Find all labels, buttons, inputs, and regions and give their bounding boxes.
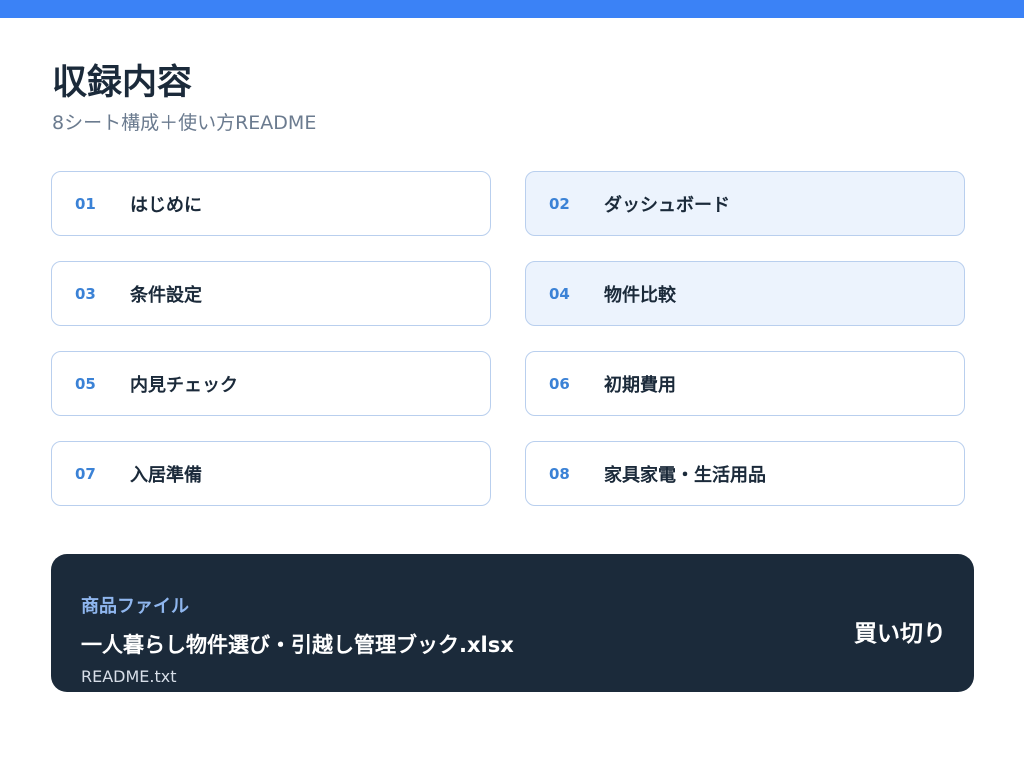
sheet-card-07[interactable]: 07 入居準備 [51, 441, 491, 506]
page-subtitle: 8シート構成＋使い方README [52, 112, 317, 134]
sheet-label: ダッシュボード [604, 194, 730, 216]
sheet-label: 物件比較 [604, 284, 676, 306]
sheet-label: 初期費用 [604, 374, 676, 396]
product-filename: 一人暮らし物件選び・引越し管理ブック.xlsx [81, 633, 514, 657]
sheet-card-06[interactable]: 06 初期費用 [525, 351, 965, 416]
sheet-number: 08 [549, 464, 570, 483]
sheet-card-02[interactable]: 02 ダッシュボード [525, 171, 965, 236]
sheet-list: 01 はじめに 02 ダッシュボード 03 条件設定 04 物件比較 05 内見… [51, 171, 965, 506]
sheet-number: 03 [75, 284, 96, 303]
sheet-label: 内見チェック [130, 374, 238, 396]
readme-filename: README.txt [81, 667, 177, 686]
sheet-card-03[interactable]: 03 条件設定 [51, 261, 491, 326]
sheet-number: 05 [75, 374, 96, 393]
sheet-number: 01 [75, 194, 96, 213]
top-accent-bar [0, 0, 1024, 18]
sheet-number: 02 [549, 194, 570, 213]
price-label: 買い切り [854, 621, 946, 647]
sheet-label: 家具家電・生活用品 [604, 464, 766, 486]
sheet-card-04[interactable]: 04 物件比較 [525, 261, 965, 326]
sheet-card-01[interactable]: 01 はじめに [51, 171, 491, 236]
sheet-label: 条件設定 [130, 284, 202, 306]
sheet-label: はじめに [130, 194, 202, 216]
page-title: 収録内容 [52, 63, 193, 103]
sheet-number: 06 [549, 374, 570, 393]
sheet-number: 04 [549, 284, 570, 303]
sheet-label: 入居準備 [130, 464, 202, 486]
sheet-card-08[interactable]: 08 家具家電・生活用品 [525, 441, 965, 506]
sheet-card-05[interactable]: 05 内見チェック [51, 351, 491, 416]
product-kicker: 商品ファイル [81, 596, 189, 617]
product-file-panel[interactable]: 商品ファイル 一人暮らし物件選び・引越し管理ブック.xlsx README.tx… [51, 554, 974, 692]
sheet-number: 07 [75, 464, 96, 483]
